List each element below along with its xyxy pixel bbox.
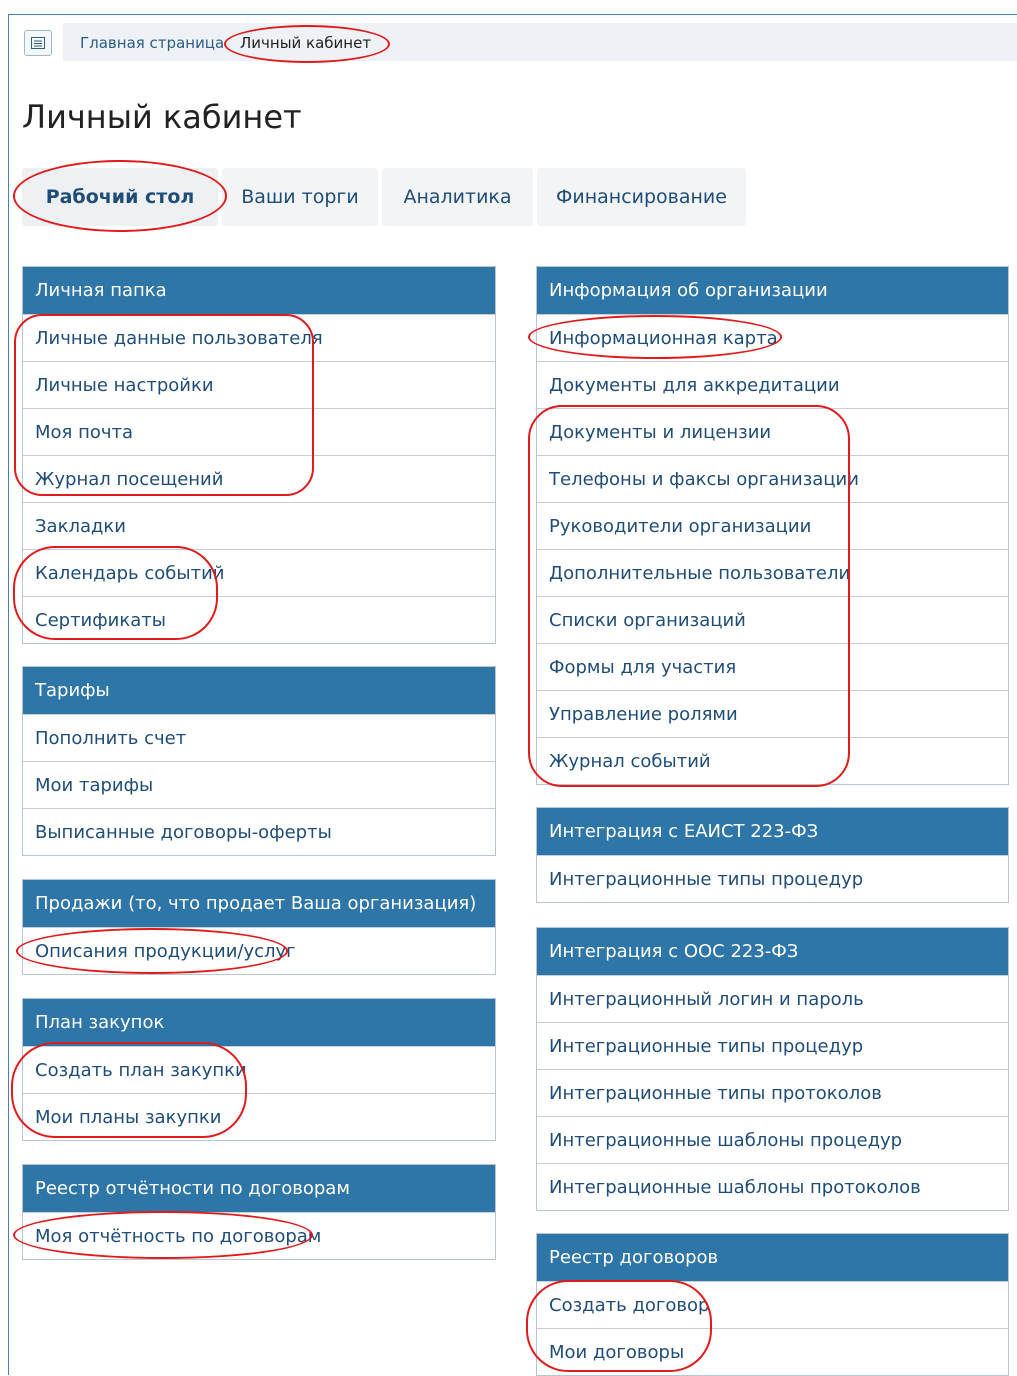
link-my-contracts[interactable]: Мои договоры — [537, 1328, 1008, 1375]
link-info-card[interactable]: Информационная карта — [537, 314, 1008, 361]
panel-sales: Продажи (то, что продает Ваша организаци… — [22, 879, 496, 975]
link-product-descriptions[interactable]: Описания продукции/услуг — [23, 927, 495, 974]
breadcrumb-current: Личный кабинет — [240, 34, 372, 52]
link-event-calendar[interactable]: Календарь событий — [23, 549, 495, 596]
link-docs-licenses[interactable]: Документы и лицензии — [537, 408, 1008, 455]
link-oos-protocol-templates[interactable]: Интеграционные шаблоны протоколов — [537, 1163, 1008, 1210]
tab-label: Ваши торги — [241, 186, 359, 208]
tab-analytics[interactable]: Аналитика — [382, 168, 533, 226]
tab-financing[interactable]: Финансирование — [537, 168, 746, 226]
link-phones-faxes[interactable]: Телефоны и факсы организации — [537, 455, 1008, 502]
link-top-up-account[interactable]: Пополнить счет — [23, 714, 495, 761]
link-create-contract[interactable]: Создать договор — [537, 1281, 1008, 1328]
page-title: Личный кабинет — [22, 98, 302, 136]
frame-border-top — [8, 14, 1017, 15]
panel-contract-reports: Реестр отчётности по договорам Моя отчёт… — [22, 1164, 496, 1260]
panel-header: Тарифы — [23, 667, 495, 714]
link-create-plan[interactable]: Создать план закупки — [23, 1046, 495, 1093]
link-my-contract-reports[interactable]: Моя отчётность по договорам — [23, 1212, 495, 1259]
panel-personal-folder: Личная папка Личные данные пользователя … — [22, 266, 496, 644]
link-org-heads[interactable]: Руководители организации — [537, 502, 1008, 549]
link-oos-procedure-types[interactable]: Интеграционные типы процедур — [537, 1022, 1008, 1069]
frame-border-left — [8, 14, 9, 1375]
panel-oos-integration: Интеграция с ООС 223-ФЗ Интеграционный л… — [536, 927, 1009, 1211]
link-bookmarks[interactable]: Закладки — [23, 502, 495, 549]
panel-header: Интеграция с ЕАИСТ 223-ФЗ — [537, 808, 1008, 855]
link-event-log[interactable]: Журнал событий — [537, 737, 1008, 784]
link-personal-data[interactable]: Личные данные пользователя — [23, 314, 495, 361]
link-eaist-procedure-types[interactable]: Интеграционные типы процедур — [537, 855, 1008, 902]
tab-label: Рабочий стол — [45, 186, 195, 208]
panel-header: Продажи (то, что продает Ваша организаци… — [23, 880, 495, 927]
tab-your-trades[interactable]: Ваши торги — [222, 168, 378, 226]
panel-header: Реестр отчётности по договорам — [23, 1165, 495, 1212]
link-role-management[interactable]: Управление ролями — [537, 690, 1008, 737]
link-issued-offers[interactable]: Выписанные договоры-оферты — [23, 808, 495, 855]
tab-label: Аналитика — [403, 186, 512, 208]
link-integration-login[interactable]: Интеграционный логин и пароль — [537, 975, 1008, 1022]
panel-procurement-plan: План закупок Создать план закупки Мои пл… — [22, 998, 496, 1141]
panel-header: Личная папка — [23, 267, 495, 314]
link-personal-settings[interactable]: Личные настройки — [23, 361, 495, 408]
link-visit-log[interactable]: Журнал посещений — [23, 455, 495, 502]
link-oos-procedure-templates[interactable]: Интеграционные шаблоны процедур — [537, 1116, 1008, 1163]
link-my-mail[interactable]: Моя почта — [23, 408, 495, 455]
link-my-plans[interactable]: Мои планы закупки — [23, 1093, 495, 1140]
panel-contract-registry: Реестр договоров Создать договор Мои дог… — [536, 1233, 1009, 1376]
link-oos-protocol-types[interactable]: Интеграционные типы протоколов — [537, 1069, 1008, 1116]
panel-header: Реестр договоров — [537, 1234, 1008, 1281]
list-icon — [31, 37, 45, 49]
panel-header: Интеграция с ООС 223-ФЗ — [537, 928, 1008, 975]
link-participation-forms[interactable]: Формы для участия — [537, 643, 1008, 690]
panel-tariffs: Тарифы Пополнить счет Мои тарифы Выписан… — [22, 666, 496, 856]
panel-header: План закупок — [23, 999, 495, 1046]
link-additional-users[interactable]: Дополнительные пользователи — [537, 549, 1008, 596]
tab-label: Финансирование — [556, 186, 727, 208]
tab-desktop[interactable]: Рабочий стол — [22, 168, 218, 226]
panel-header: Информация об организации — [537, 267, 1008, 314]
link-certificates[interactable]: Сертификаты — [23, 596, 495, 643]
panel-eaist-integration: Интеграция с ЕАИСТ 223-ФЗ Интеграционные… — [536, 807, 1009, 903]
link-accreditation-docs[interactable]: Документы для аккредитации — [537, 361, 1008, 408]
breadcrumb-home-link[interactable]: Главная страница — [80, 34, 224, 52]
link-org-lists[interactable]: Списки организаций — [537, 596, 1008, 643]
menu-icon[interactable] — [24, 30, 52, 56]
link-my-tariffs[interactable]: Мои тарифы — [23, 761, 495, 808]
panel-org-info: Информация об организации Информационная… — [536, 266, 1009, 785]
